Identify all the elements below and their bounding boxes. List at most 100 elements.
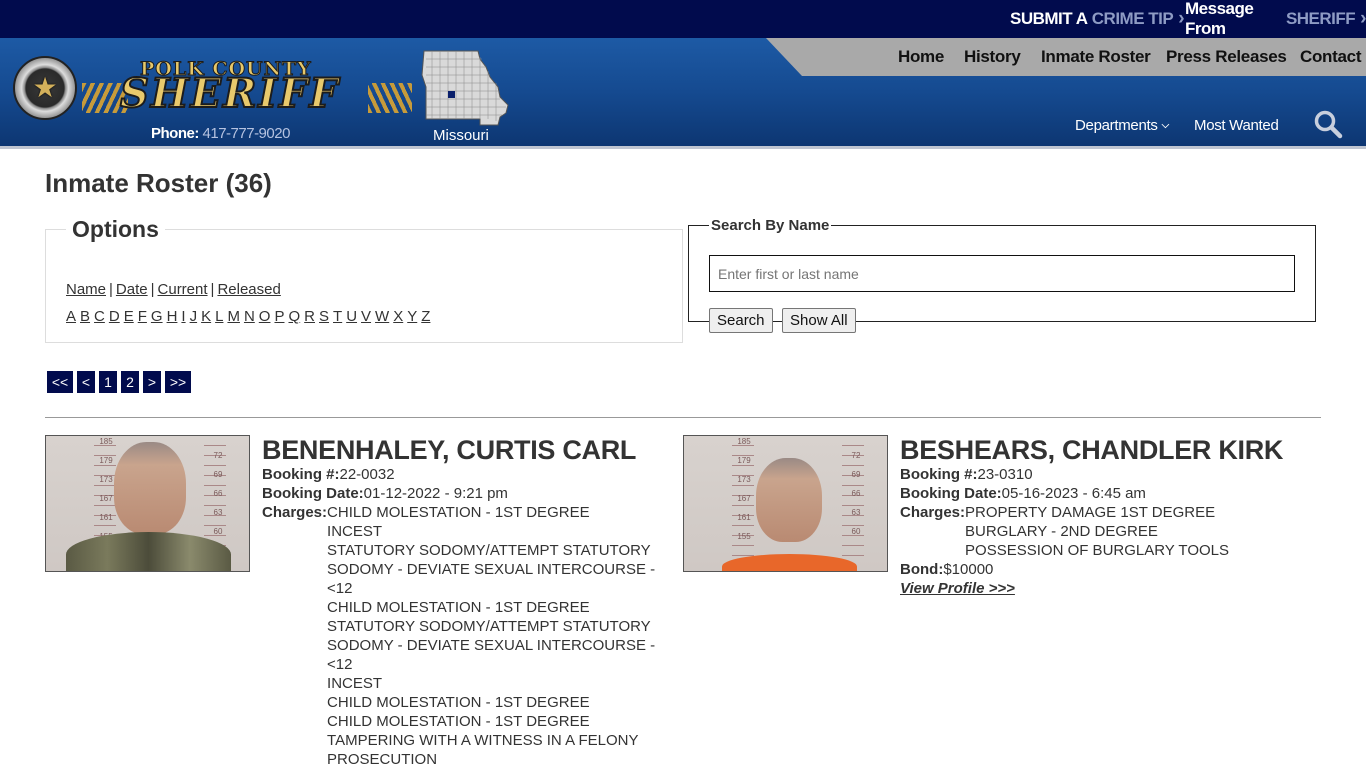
content-divider bbox=[45, 417, 1321, 418]
letter-filter-c-link[interactable]: C bbox=[94, 308, 105, 325]
charge-item: CHILD MOLESTATION - 1ST DEGREE bbox=[327, 694, 590, 711]
letter-filter-r-link[interactable]: R bbox=[304, 308, 315, 325]
next-page-button[interactable]: > bbox=[143, 371, 161, 393]
name-search-input[interactable] bbox=[709, 255, 1295, 292]
phone-line: Phone: 417-777-9020 bbox=[151, 125, 290, 142]
star-icon: ★ bbox=[32, 72, 58, 103]
letter-filter-h-link[interactable]: H bbox=[167, 308, 178, 325]
ruler-label: 161 bbox=[737, 513, 751, 522]
show-all-button[interactable]: Show All bbox=[782, 308, 856, 333]
message-from-sheriff-link[interactable]: Message From SHERIFF › bbox=[1185, 0, 1366, 38]
letter-filter-q-link[interactable]: Q bbox=[288, 308, 300, 325]
alphabet-filter: ABCDEFGHIJKLMNOPQRSTUVWXYZ bbox=[66, 308, 434, 325]
letter-filter-b-link[interactable]: B bbox=[80, 308, 90, 325]
nav-departments-label: Departments bbox=[1075, 116, 1158, 134]
ruler-label: 66 bbox=[851, 489, 861, 498]
prev-page-button[interactable]: < bbox=[77, 371, 95, 393]
charges-row: Charges: PROPERTY DAMAGE 1ST DEGREE BURG… bbox=[900, 503, 1300, 560]
filter-released-link[interactable]: Released bbox=[217, 281, 280, 298]
inmate-info: BENENHALEY, CURTIS CARL Booking #:22-003… bbox=[262, 435, 662, 768]
person-head bbox=[756, 458, 822, 542]
search-icon[interactable] bbox=[1313, 109, 1343, 139]
view-profile-link[interactable]: View Profile >>> bbox=[900, 580, 1015, 597]
submit-crime-tip-link[interactable]: SUBMIT A CRIME TIP › bbox=[1010, 0, 1185, 38]
inmate-mugshot[interactable]: 185 179 173 167 161 155 72 69 66 63 60 bbox=[683, 435, 888, 572]
ruler-label: 167 bbox=[99, 494, 113, 503]
ruler-label: 63 bbox=[213, 508, 223, 517]
message-highlight: SHERIFF bbox=[1285, 9, 1356, 28]
nav-home[interactable]: Home bbox=[898, 38, 944, 76]
letter-filter-x-link[interactable]: X bbox=[393, 308, 403, 325]
letter-filter-e-link[interactable]: E bbox=[124, 308, 134, 325]
nav-contact[interactable]: Contact bbox=[1300, 38, 1361, 76]
page-2-button[interactable]: 2 bbox=[121, 371, 139, 393]
logo-stripes-right bbox=[368, 83, 412, 113]
booking-date-value: 01-12-2022 - 9:21 pm bbox=[363, 485, 508, 502]
missouri-map-icon bbox=[421, 50, 509, 126]
letter-filter-m-link[interactable]: M bbox=[227, 308, 240, 325]
charge-item: STATUTORY SODOMY/ATTEMPT STATUTORY SODOM… bbox=[327, 618, 656, 673]
nav-history[interactable]: History bbox=[964, 38, 1021, 76]
filter-current-link[interactable]: Current bbox=[158, 281, 208, 298]
ruler-labels: 72 69 66 63 60 bbox=[208, 446, 228, 541]
last-page-button[interactable]: >> bbox=[165, 371, 191, 393]
letter-filter-a-link[interactable]: A bbox=[66, 308, 76, 325]
charge-item: STATUTORY SODOMY/ATTEMPT STATUTORY SODOM… bbox=[327, 542, 656, 597]
nav-inmate-roster[interactable]: Inmate Roster bbox=[1041, 38, 1151, 76]
letter-filter-s-link[interactable]: S bbox=[319, 308, 329, 325]
separator: | bbox=[109, 281, 113, 298]
ruler-label: 72 bbox=[851, 451, 861, 460]
page-1-button[interactable]: 1 bbox=[99, 371, 117, 393]
sort-links: Name | Date | Current | Released bbox=[66, 281, 281, 298]
ruler-label: 60 bbox=[213, 527, 223, 536]
ruler-label: 173 bbox=[99, 475, 113, 484]
ruler-label: 60 bbox=[851, 527, 861, 536]
letter-filter-y-link[interactable]: Y bbox=[407, 308, 417, 325]
letter-filter-l-link[interactable]: L bbox=[215, 308, 223, 325]
letter-filter-j-link[interactable]: J bbox=[190, 308, 198, 325]
nav-most-wanted[interactable]: Most Wanted bbox=[1194, 114, 1279, 136]
ruler-labels: 185 179 173 167 161 155 bbox=[96, 436, 116, 546]
charges-label: Charges: bbox=[262, 504, 328, 521]
letter-filter-w-link[interactable]: W bbox=[375, 308, 389, 325]
message-prefix: Message From bbox=[1185, 0, 1254, 38]
pagination: << < 1 2 > >> bbox=[47, 371, 191, 393]
sort-by-date-link[interactable]: Date bbox=[116, 281, 148, 298]
booking-date-label: Booking Date: bbox=[900, 485, 1002, 502]
search-button[interactable]: Search bbox=[709, 308, 773, 333]
booking-date-row: Booking Date:01-12-2022 - 9:21 pm bbox=[262, 484, 662, 503]
letter-filter-g-link[interactable]: G bbox=[151, 308, 163, 325]
sheriff-badge-logo[interactable]: ★ bbox=[13, 56, 77, 120]
crime-tip-highlight: CRIME TIP bbox=[1091, 9, 1174, 28]
charge-item: INCEST bbox=[327, 675, 383, 692]
charge-item: CHILD MOLESTATION - 1ST DEGREE bbox=[327, 504, 590, 521]
letter-filter-n-link[interactable]: N bbox=[244, 308, 255, 325]
booking-date-value: 05-16-2023 - 6:45 am bbox=[1001, 485, 1146, 502]
booking-number-value: 23-0310 bbox=[977, 466, 1033, 483]
letter-filter-z-link[interactable]: Z bbox=[421, 308, 430, 325]
letter-filter-i-link[interactable]: I bbox=[181, 308, 185, 325]
charge-item: TAMPERING WITH A WITNESS IN A FELONY PRO… bbox=[327, 732, 639, 768]
inmate-name[interactable]: BESHEARS, CHANDLER KIRK bbox=[900, 435, 1300, 465]
first-page-button[interactable]: << bbox=[47, 371, 73, 393]
sort-by-name-link[interactable]: Name bbox=[66, 281, 106, 298]
letter-filter-d-link[interactable]: D bbox=[109, 308, 120, 325]
letter-filter-f-link[interactable]: F bbox=[138, 308, 147, 325]
inmate-name[interactable]: BENENHALEY, CURTIS CARL bbox=[262, 435, 662, 465]
separator: | bbox=[210, 281, 215, 298]
letter-filter-v-link[interactable]: V bbox=[361, 308, 371, 325]
person-shirt bbox=[66, 532, 231, 571]
letter-filter-u-link[interactable]: U bbox=[346, 308, 357, 325]
inmate-mugshot[interactable]: 185 179 173 167 161 155 72 69 66 63 60 bbox=[45, 435, 250, 572]
ruler-labels: 72 69 66 63 60 bbox=[846, 446, 866, 541]
letter-filter-k-link[interactable]: K bbox=[201, 308, 211, 325]
letter-filter-o-link[interactable]: O bbox=[259, 308, 271, 325]
charges-list: PROPERTY DAMAGE 1ST DEGREE BURGLARY - 2N… bbox=[965, 503, 1295, 560]
letter-filter-p-link[interactable]: P bbox=[274, 308, 284, 325]
letter-filter-t-link[interactable]: T bbox=[333, 308, 342, 325]
ruler-label: 66 bbox=[213, 489, 223, 498]
chevron-down-icon: ⌵ bbox=[1161, 119, 1170, 131]
separator: | bbox=[150, 281, 155, 298]
nav-departments[interactable]: Departments ⌵ bbox=[1075, 114, 1169, 136]
nav-press-releases[interactable]: Press Releases bbox=[1166, 38, 1287, 76]
